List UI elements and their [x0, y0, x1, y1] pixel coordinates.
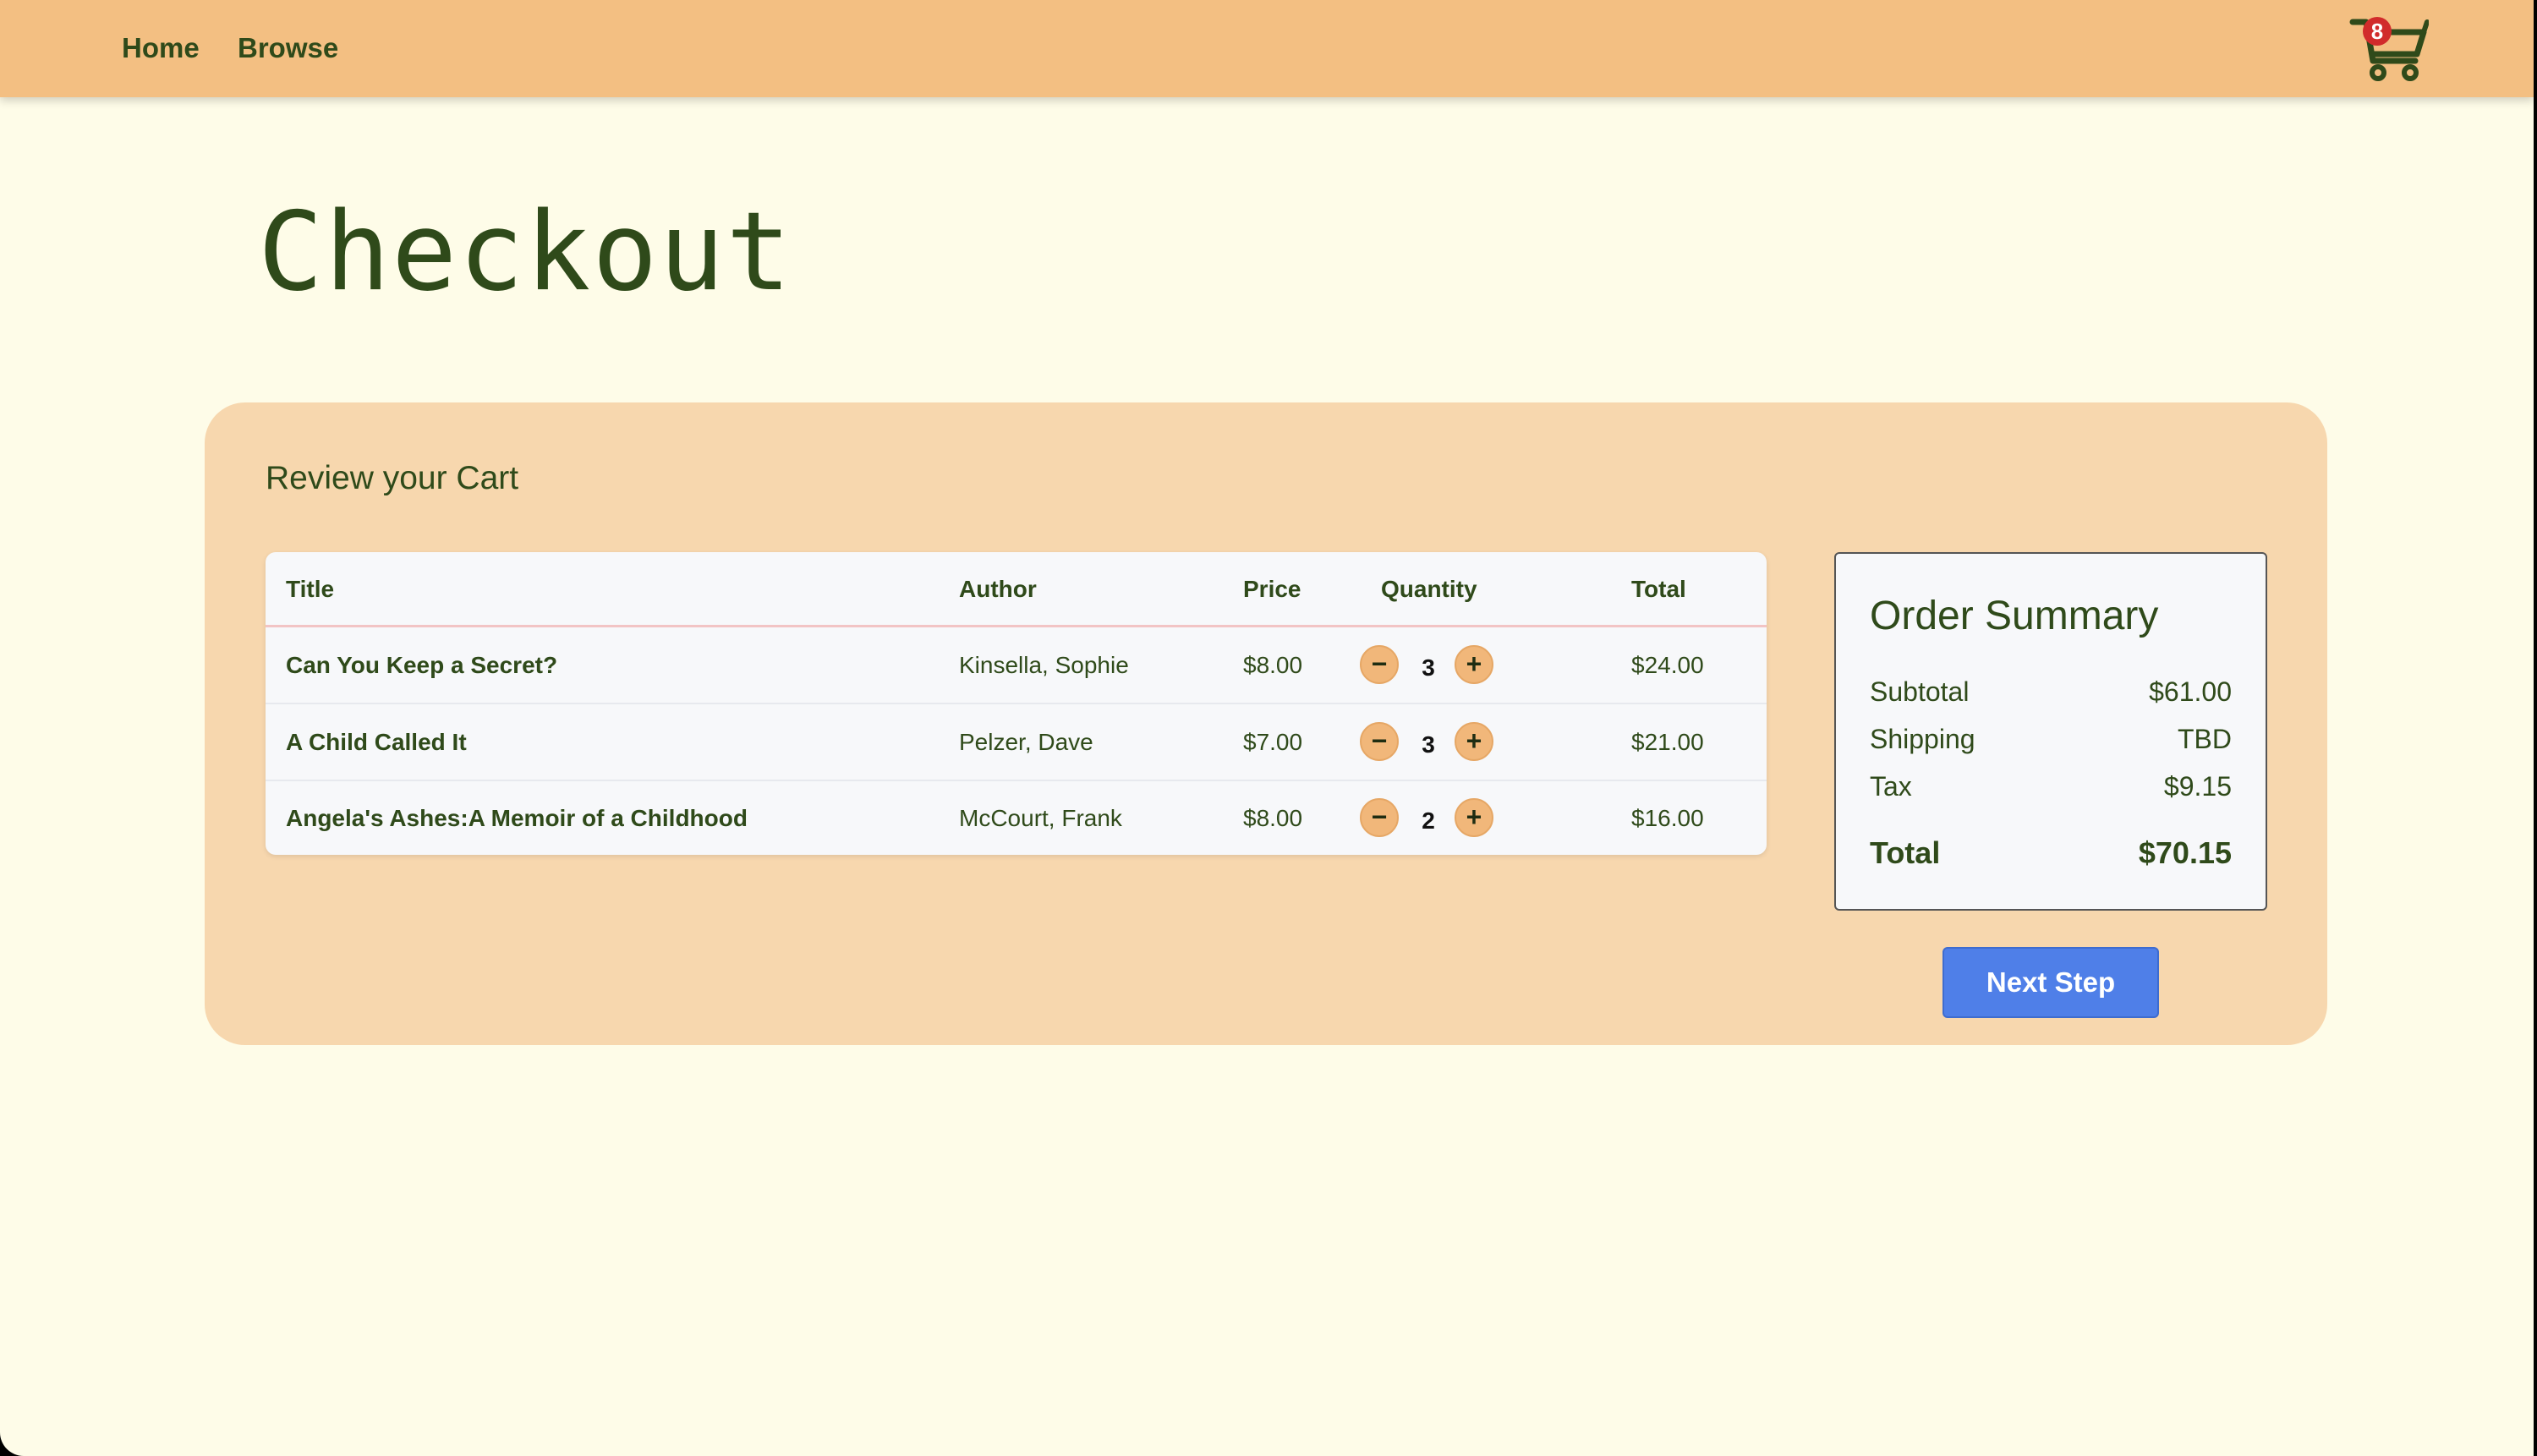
shipping-label: Shipping — [1870, 724, 1975, 754]
line-total: $16.00 — [1631, 805, 1704, 831]
book-price: $8.00 — [1243, 652, 1303, 678]
page-title: Checkout — [258, 189, 793, 315]
decrease-quantity-button[interactable]: − — [1360, 645, 1399, 684]
shipping-value: TBD — [2178, 724, 2232, 754]
cart-button[interactable]: 8 — [2348, 12, 2429, 83]
increase-quantity-button[interactable]: + — [1455, 798, 1493, 837]
navbar: Home Browse 8 — [0, 0, 2534, 97]
table-row: Can You Keep a Secret? Kinsella, Sophie … — [266, 627, 1767, 704]
column-header-author: Author — [959, 576, 1037, 602]
quantity-value: 3 — [1422, 654, 1435, 681]
quantity-value: 3 — [1422, 731, 1435, 758]
book-title: Can You Keep a Secret? — [286, 652, 558, 678]
decrease-quantity-button[interactable]: − — [1360, 722, 1399, 761]
decrease-quantity-button[interactable]: − — [1360, 798, 1399, 837]
book-author: Kinsella, Sophie — [959, 652, 1129, 678]
book-price: $7.00 — [1243, 729, 1303, 755]
book-price: $8.00 — [1243, 805, 1303, 831]
cart-table: Title Author Price Quantity Total Can Yo… — [266, 552, 1767, 855]
page: Home Browse 8 Checkout Review your Cart … — [0, 0, 2534, 1456]
column-header-total: Total — [1631, 576, 1686, 602]
order-summary: Order Summary Subtotal $61.00 Shipping T… — [1834, 552, 2267, 911]
increase-quantity-button[interactable]: + — [1455, 722, 1493, 761]
book-author: McCourt, Frank — [959, 805, 1122, 831]
column-header-quantity: Quantity — [1381, 576, 1477, 602]
quantity-value: 2 — [1422, 807, 1435, 834]
tax-value: $9.15 — [2163, 771, 2232, 802]
next-step-button[interactable]: Next Step — [1942, 947, 2159, 1018]
table-header: Title Author Price Quantity Total — [266, 552, 1767, 627]
total-value: $70.15 — [2138, 835, 2232, 870]
total-label: Total — [1870, 835, 1941, 870]
cart-heading: Review your Cart — [266, 460, 519, 496]
nav-browse-link[interactable]: Browse — [238, 32, 338, 64]
line-total: $21.00 — [1631, 729, 1704, 755]
order-summary-title: Order Summary — [1870, 594, 2159, 638]
line-total: $24.00 — [1631, 652, 1704, 678]
subtotal-value: $61.00 — [2149, 676, 2232, 707]
tax-label: Tax — [1870, 771, 1912, 802]
book-author: Pelzer, Dave — [959, 729, 1093, 755]
book-title: A Child Called It — [286, 729, 467, 755]
book-title: Angela's Ashes:A Memoir of a Childhood — [286, 805, 748, 831]
cart-count-badge: 8 — [2363, 17, 2392, 46]
table-row: A Child Called It Pelzer, Dave $7.00 − 3… — [266, 704, 1767, 781]
table-row: Angela's Ashes:A Memoir of a Childhood M… — [266, 780, 1767, 855]
nav-home-link[interactable]: Home — [122, 32, 200, 64]
increase-quantity-button[interactable]: + — [1455, 645, 1493, 684]
column-header-title: Title — [286, 576, 335, 602]
cart-review-card: Review your Cart Title Author Price Quan… — [205, 402, 2327, 1045]
column-header-price: Price — [1243, 576, 1301, 602]
subtotal-label: Subtotal — [1870, 676, 1970, 707]
